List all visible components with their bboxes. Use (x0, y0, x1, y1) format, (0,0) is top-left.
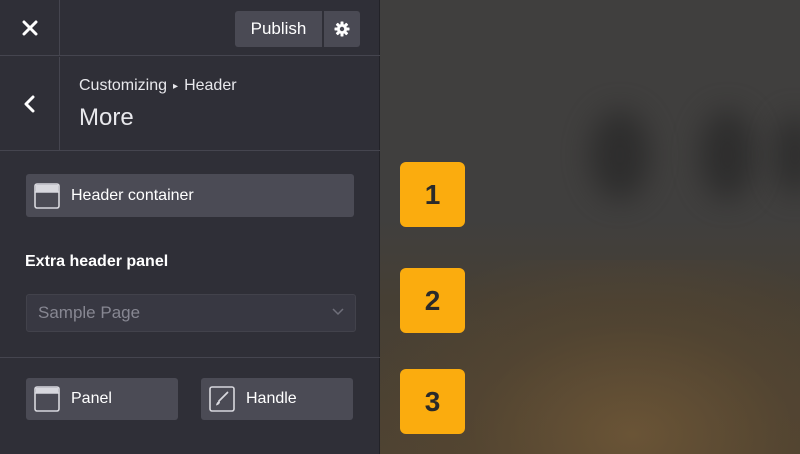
select-value: Sample Page (38, 303, 141, 322)
settings-button[interactable] (324, 11, 360, 47)
header-layout-icon (34, 182, 60, 209)
breadcrumb-current: Header (184, 77, 237, 94)
breadcrumb-separator: ▸ (173, 81, 179, 92)
header-container-button[interactable]: Header container (26, 174, 354, 217)
breadcrumb-root: Customizing (79, 77, 168, 94)
extra-header-panel-select[interactable]: Sample Page (26, 294, 356, 332)
callout-badge-1: 1 (400, 162, 465, 227)
panel-layout-icon (34, 386, 60, 412)
header-container-label: Header container (71, 186, 194, 204)
breadcrumb: Customizing ▸ Header (79, 77, 237, 95)
close-button[interactable] (0, 0, 60, 56)
customizer-sidebar: Publish Customizing ▸ Header More Header… (0, 0, 380, 454)
back-button[interactable] (0, 57, 60, 150)
chevron-left-icon (24, 95, 34, 112)
section-header: Customizing ▸ Header More (0, 57, 380, 151)
handle-button[interactable]: Handle (201, 378, 353, 420)
handle-label: Handle (246, 390, 297, 407)
callout-badge-2: 2 (400, 268, 465, 333)
extra-header-panel-label: Extra header panel (25, 253, 169, 270)
panel-label: Panel (71, 390, 112, 407)
section-title: More (79, 104, 134, 131)
chevron-down-icon (332, 308, 344, 316)
gear-icon (334, 21, 350, 37)
customizer-topbar: Publish (0, 0, 380, 56)
callout-badge-3: 3 (400, 369, 465, 434)
panel-button[interactable]: Panel (26, 378, 178, 420)
publish-button[interactable]: Publish (235, 11, 322, 47)
close-icon (22, 20, 37, 36)
divider (0, 357, 380, 358)
brush-icon (209, 386, 235, 412)
